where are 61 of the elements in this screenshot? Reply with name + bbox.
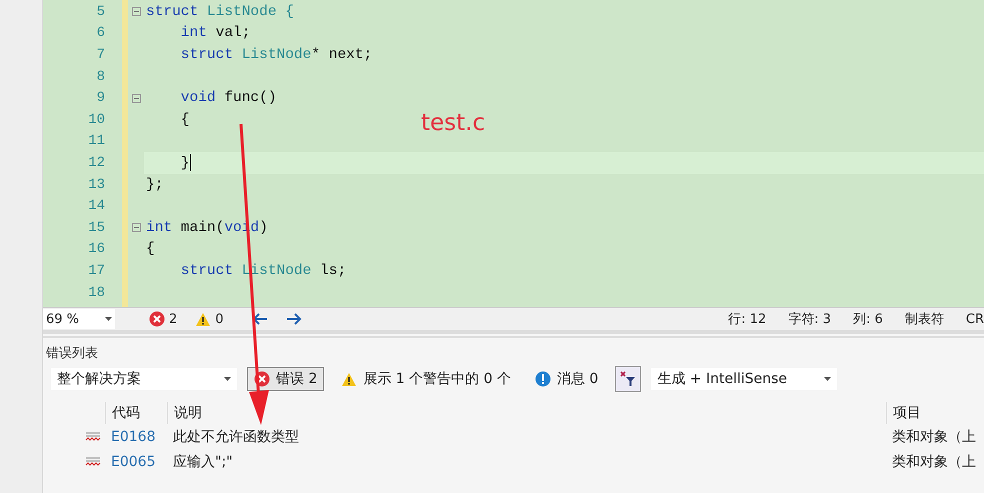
error-icon [149,311,165,327]
table-cell-text: 应输入";" [172,452,234,472]
error-icon [254,371,270,387]
collapse-icon[interactable] [132,223,140,232]
warning-count: 0 [215,312,224,326]
errors-filter-button[interactable]: 错误 2 [247,367,324,391]
line-number: 9 [96,90,105,106]
code-line: struct ListNode* next; [180,46,372,63]
filter-button[interactable] [615,366,642,392]
table-cell-text: 类和对象（上 [891,428,977,446]
line-number: 6 [96,25,105,42]
squiggle-icon [85,430,101,442]
annotation-label: test.c [421,110,486,136]
messages-filter-button[interactable]: 消息 0 [528,367,606,391]
squiggle-icon [85,456,101,468]
line-ending-indicator: CR [966,312,984,326]
caret-icon [105,317,112,321]
line-number: 17 [88,262,105,279]
column-header[interactable]: 代码 [105,402,167,424]
code-line: } [180,154,191,172]
collapse-icon[interactable] [132,7,140,16]
line-number: 15 [88,220,105,236]
line-number: 12 [88,154,105,171]
line-number: 11 [88,133,105,150]
info-icon [534,371,551,387]
column-indicator: 列: 6 [853,311,883,328]
line-number: 14 [88,198,105,214]
warnings-filter-button[interactable]: 展示 1 个警告中的 0 个 [334,367,518,391]
forward-arrow-icon[interactable] [286,313,302,325]
collapse-icon[interactable] [132,94,140,103]
error-count: 2 [169,312,178,326]
source-dropdown[interactable]: 生成 + IntelliSense [651,368,838,390]
char-indicator: 字符: 3 [788,311,832,328]
error-code-link[interactable]: E0065 [105,449,167,474]
line-number: 5 [96,4,105,20]
code-line: { [146,241,155,258]
panel-title: 错误列表 [45,345,99,363]
error-code-link[interactable]: E0168 [105,424,167,449]
warning-icon [341,372,358,386]
line-number: 16 [88,241,105,258]
line-number: 10 [88,112,105,128]
line-number: 13 [88,176,105,193]
zoom-dropdown[interactable]: 69 % [43,309,115,329]
warning-icon [195,312,212,326]
line-number: 7 [96,46,105,63]
indent-indicator: 制表符 [904,311,944,328]
filter-icon [620,371,636,387]
table-cell-text: 此处不允许函数类型 [172,428,300,446]
line-indicator: 行: 12 [728,311,766,328]
table-cell-text: 类和对象（上 [891,452,977,472]
code-line: }; [146,176,164,193]
caret-icon [224,377,231,381]
code-line: { [180,112,190,128]
line-number: 8 [96,68,105,85]
code-line: int val; [180,25,250,42]
code-line: void func() [180,90,277,106]
scope-dropdown[interactable]: 整个解决方案 [51,368,237,390]
column-header[interactable]: 项目 [886,402,984,424]
code-line: struct ListNode { [146,4,294,20]
caret-icon [824,377,832,381]
line-number: 18 [88,284,105,301]
